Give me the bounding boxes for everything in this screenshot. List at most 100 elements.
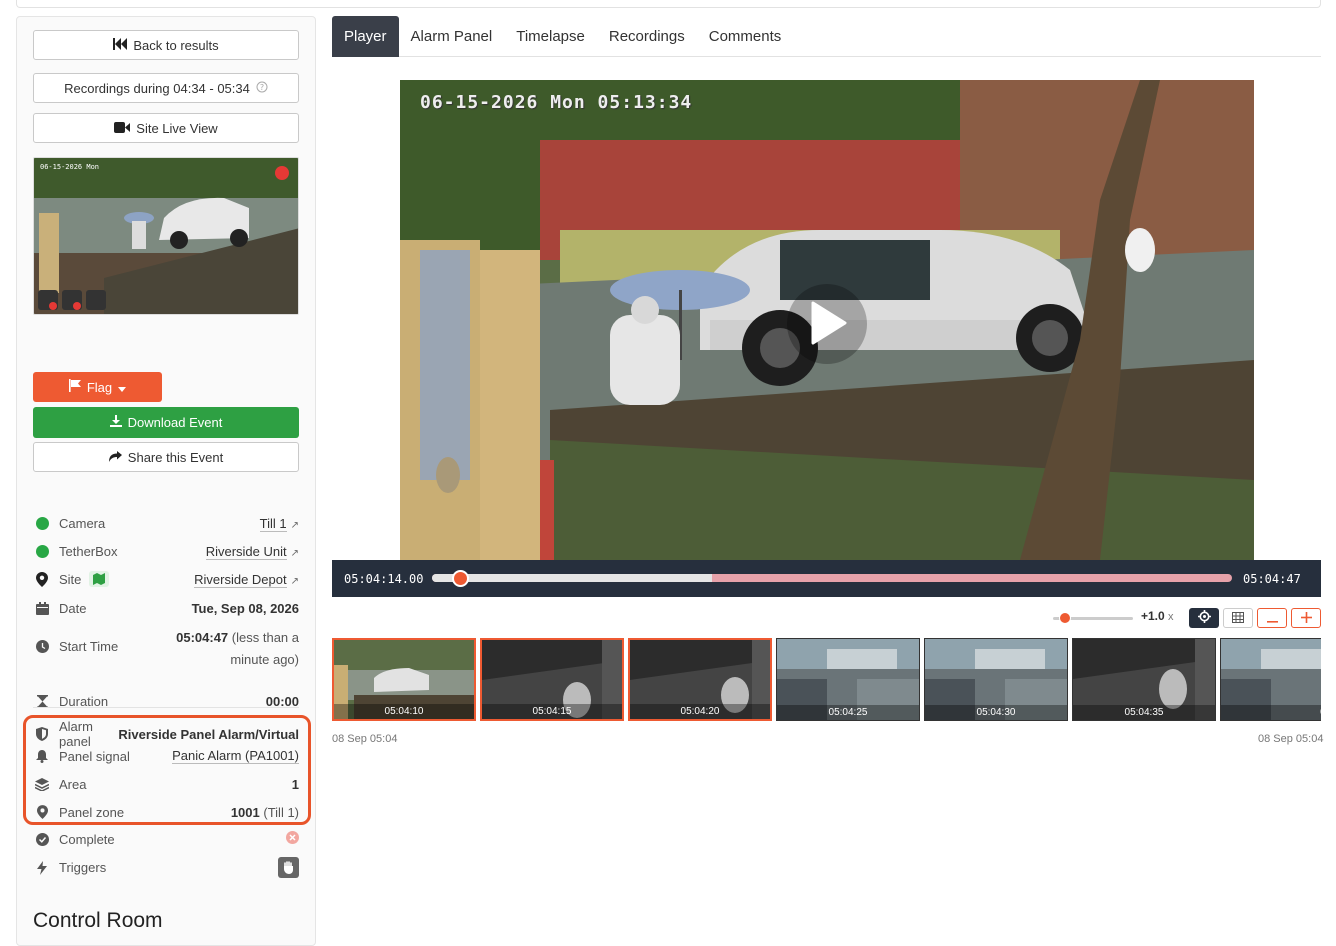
triggers-label: Triggers (59, 860, 107, 875)
status-online-icon (33, 542, 51, 560)
site-live-view-label: Site Live View (136, 120, 218, 136)
camera-row: Camera Till 1 ↗ (33, 514, 299, 532)
check-circle-icon (33, 830, 51, 848)
triggers-row: Triggers (33, 857, 299, 878)
timeline-frame[interactable]: 05:04:40 (1220, 638, 1321, 721)
share-event-button[interactable]: Share this Event (33, 442, 299, 472)
seek-track[interactable] (432, 574, 1232, 582)
timeline-strip: 05:04:10 05:04:15 05:04:20 05:04:25 05:0… (332, 638, 1321, 722)
camera-timestamp-osd: 06-15-2026 Mon 05:13:34 (420, 92, 693, 113)
site-row: Site Riverside Depot ↗ (33, 570, 299, 588)
svg-text:?: ? (260, 83, 264, 92)
tab-alarm-panel[interactable]: Alarm Panel (399, 16, 505, 57)
timeline-frame[interactable]: 05:04:30 (924, 638, 1068, 721)
timeline-frame[interactable]: 05:04:10 (332, 638, 476, 721)
date-label: Date (59, 600, 87, 616)
complete-label: Complete (59, 831, 115, 847)
timeline-frame[interactable]: 05:04:35 (1072, 638, 1216, 721)
camera-label: Camera (59, 515, 106, 531)
back-to-results-label: Back to results (133, 37, 219, 53)
frame-timestamp: 05:04:10 (334, 704, 474, 719)
complete-row: Complete (33, 830, 299, 848)
caret-down-icon (118, 380, 127, 395)
share-event-label: Share this Event (127, 449, 224, 465)
skip-back-icon (113, 37, 128, 53)
speed-number: +1.0 (1141, 609, 1165, 623)
site-value[interactable]: Riverside Depot (194, 571, 287, 588)
play-icon (807, 301, 847, 348)
flag-label: Flag (86, 379, 113, 395)
clock-icon (33, 637, 51, 655)
recordings-during-button[interactable]: Recordings during 04:34 - 05:34 ? (33, 73, 299, 103)
start-time-note: (less than a minute ago) (230, 630, 299, 667)
frame-timestamp: 05:04:25 (777, 705, 919, 720)
download-event-button[interactable]: Download Event (33, 407, 299, 438)
locate-button[interactable] (1189, 608, 1219, 628)
frame-timestamp: 05:04:20 (630, 704, 770, 719)
frame-timestamp: 05:04:40 (1221, 705, 1321, 720)
speed-controls: +1.0 x (1053, 608, 1323, 628)
seek-handle[interactable] (452, 570, 469, 587)
camera-value[interactable]: Till 1 (259, 515, 287, 532)
timeline-start-label: 08 Sep 05:04 (332, 733, 398, 745)
tetherbox-value[interactable]: Riverside Unit (205, 543, 287, 560)
frame-timestamp: 05:04:30 (925, 705, 1067, 720)
tetherbox-label: TetherBox (59, 543, 118, 559)
tab-comments[interactable]: Comments (697, 16, 794, 57)
tetherbox-link[interactable]: Riverside Unit ↗ (205, 543, 299, 560)
start-time-label: Start Time (59, 639, 119, 654)
timeline-frame[interactable]: 05:04:20 (628, 638, 772, 721)
camera-link[interactable]: Till 1 ↗ (259, 515, 299, 532)
played-range (432, 574, 712, 582)
start-time-row: Start Time 05:04:47 (less than a minute … (33, 627, 299, 671)
alarm-details-highlight (23, 715, 311, 825)
share-icon (108, 450, 122, 465)
zoom-in-button[interactable] (1291, 608, 1321, 628)
site-map-icon[interactable] (89, 571, 110, 587)
video-player[interactable]: 06-15-2026 Mon 05:13:34 (400, 80, 1254, 560)
start-time-value: 05:04:47 (less than a minute ago) (139, 627, 299, 671)
speed-value: +1.0 x (1141, 609, 1174, 623)
zoom-out-button[interactable] (1257, 608, 1287, 628)
tab-player[interactable]: Player (332, 16, 399, 57)
external-link-icon[interactable]: ↗ (291, 576, 299, 587)
info-icon: ? (256, 81, 268, 96)
back-to-results-button[interactable]: Back to results (33, 30, 299, 60)
site-live-view-button[interactable]: Site Live View (33, 113, 299, 143)
event-thumbnail[interactable]: 06-15-2026 Mon (33, 157, 299, 315)
tab-timelapse[interactable]: Timelapse (504, 16, 597, 57)
download-icon (109, 415, 122, 430)
grid-icon (1232, 610, 1244, 626)
play-button[interactable] (787, 284, 867, 364)
flag-dropdown-button[interactable]: Flag (33, 372, 162, 402)
flag-icon (68, 379, 81, 395)
current-time: 05:04:14.00 (344, 572, 424, 586)
minus-icon (1266, 610, 1278, 626)
divider (33, 707, 299, 708)
external-link-icon[interactable]: ↗ (291, 520, 299, 531)
lightning-icon (33, 859, 51, 877)
timeline-frame[interactable]: 05:04:25 (776, 638, 920, 721)
end-time: 05:04:47 (1243, 572, 1301, 586)
grid-view-button[interactable] (1223, 608, 1253, 628)
plus-icon (1300, 610, 1312, 626)
panic-hand-icon (278, 857, 299, 878)
timeline-end-label: 08 Sep 05:04 (1258, 733, 1324, 745)
date-row: Date Tue, Sep 08, 2026 (33, 599, 299, 617)
frame-timestamp: 05:04:35 (1073, 705, 1215, 720)
player-tabs: Player Alarm Panel Timelapse Recordings … (332, 16, 1321, 57)
timeline-frame[interactable]: 05:04:15 (480, 638, 624, 721)
video-camera-icon (114, 121, 131, 136)
external-link-icon[interactable]: ↗ (291, 548, 299, 559)
control-room-title: Control Room (33, 909, 163, 932)
recordings-during-label: Recordings during 04:34 - 05:34 (64, 80, 250, 96)
site-link[interactable]: Riverside Depot ↗ (194, 571, 299, 588)
tab-recordings[interactable]: Recordings (597, 16, 697, 57)
calendar-icon (33, 599, 51, 617)
map-pin-icon (33, 570, 51, 588)
status-online-icon (33, 514, 51, 532)
speed-slider-handle[interactable] (1059, 612, 1071, 624)
date-value: Tue, Sep 08, 2026 (191, 600, 299, 616)
incomplete-status-icon (286, 831, 299, 847)
tetherbox-row: TetherBox Riverside Unit ↗ (33, 542, 299, 560)
